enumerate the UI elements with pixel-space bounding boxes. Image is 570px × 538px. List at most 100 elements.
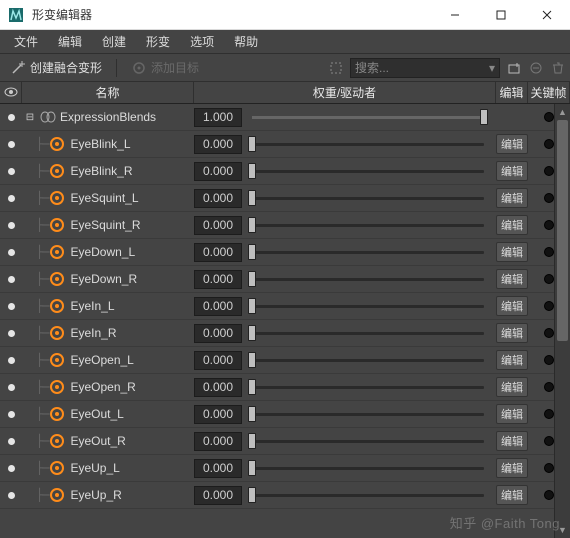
visibility-dot[interactable] bbox=[8, 249, 15, 256]
weight-slider[interactable] bbox=[252, 413, 484, 416]
menu-create[interactable]: 创建 bbox=[94, 31, 134, 52]
menu-shape[interactable]: 形变 bbox=[138, 31, 178, 52]
keyframe-dot[interactable] bbox=[544, 193, 554, 203]
weight-value[interactable]: 0.000 bbox=[194, 162, 242, 181]
weight-value[interactable]: 0.000 bbox=[194, 270, 242, 289]
weight-slider[interactable] bbox=[252, 332, 484, 335]
weight-slider[interactable] bbox=[252, 197, 484, 200]
minimize-button[interactable] bbox=[432, 0, 478, 30]
keyframe-dot[interactable] bbox=[544, 247, 554, 257]
expand-toggle[interactable]: ⊟ bbox=[24, 112, 36, 123]
column-visibility[interactable] bbox=[0, 82, 22, 103]
scroll-up-icon[interactable]: ▲ bbox=[555, 104, 570, 120]
target-row[interactable]: ├─EyeOut_R0.000编辑 bbox=[0, 428, 570, 455]
select-icon[interactable] bbox=[328, 60, 344, 76]
keyframe-dot[interactable] bbox=[544, 382, 554, 392]
column-key[interactable]: 关键帧 bbox=[528, 82, 570, 103]
keyframe-dot[interactable] bbox=[544, 139, 554, 149]
visibility-dot[interactable] bbox=[8, 357, 15, 364]
edit-button[interactable]: 编辑 bbox=[496, 323, 528, 343]
menu-options[interactable]: 选项 bbox=[182, 31, 222, 52]
weight-slider[interactable] bbox=[252, 494, 484, 497]
target-row[interactable]: ├─EyeUp_R0.000编辑 bbox=[0, 482, 570, 509]
visibility-dot[interactable] bbox=[8, 195, 15, 202]
edit-button[interactable]: 编辑 bbox=[496, 269, 528, 289]
column-weight[interactable]: 权重/驱动者 bbox=[194, 82, 496, 103]
menu-help[interactable]: 帮助 bbox=[226, 31, 266, 52]
target-row[interactable]: ├─EyeSquint_R0.000编辑 bbox=[0, 212, 570, 239]
add-target-button[interactable]: 添加目标 bbox=[125, 57, 205, 78]
keyframe-dot[interactable] bbox=[544, 274, 554, 284]
keyframe-dot[interactable] bbox=[544, 355, 554, 365]
target-row[interactable]: ├─EyeBlink_L0.000编辑 bbox=[0, 131, 570, 158]
target-row[interactable]: ├─EyeIn_R0.000编辑 bbox=[0, 320, 570, 347]
weight-value[interactable]: 0.000 bbox=[194, 486, 242, 505]
weight-value[interactable]: 1.000 bbox=[194, 108, 242, 127]
weight-slider[interactable] bbox=[252, 251, 484, 254]
visibility-dot[interactable] bbox=[8, 411, 15, 418]
keyframe-dot[interactable] bbox=[544, 301, 554, 311]
keyframe-dot[interactable] bbox=[544, 463, 554, 473]
weight-slider[interactable] bbox=[252, 440, 484, 443]
column-name[interactable]: 名称 bbox=[22, 82, 194, 103]
target-row[interactable]: ├─EyeUp_L0.000编辑 bbox=[0, 455, 570, 482]
keyframe-dot[interactable] bbox=[544, 409, 554, 419]
edit-button[interactable]: 编辑 bbox=[496, 161, 528, 181]
weight-slider[interactable] bbox=[252, 359, 484, 362]
column-edit[interactable]: 编辑 bbox=[496, 82, 528, 103]
weight-slider[interactable] bbox=[252, 224, 484, 227]
weight-slider[interactable] bbox=[252, 116, 484, 119]
visibility-dot[interactable] bbox=[8, 384, 15, 391]
edit-button[interactable]: 编辑 bbox=[496, 431, 528, 451]
edit-button[interactable]: 编辑 bbox=[496, 242, 528, 262]
weight-slider[interactable] bbox=[252, 143, 484, 146]
edit-button[interactable]: 编辑 bbox=[496, 350, 528, 370]
weight-value[interactable]: 0.000 bbox=[194, 378, 242, 397]
visibility-dot[interactable] bbox=[8, 276, 15, 283]
weight-slider[interactable] bbox=[252, 278, 484, 281]
weight-value[interactable]: 0.000 bbox=[194, 351, 242, 370]
edit-button[interactable]: 编辑 bbox=[496, 404, 528, 424]
scroll-down-icon[interactable]: ▼ bbox=[555, 522, 570, 538]
keyframe-dot[interactable] bbox=[544, 112, 554, 122]
group-row[interactable]: ⊟ExpressionBlends1.000 bbox=[0, 104, 570, 131]
keyframe-dot[interactable] bbox=[544, 220, 554, 230]
maximize-button[interactable] bbox=[478, 0, 524, 30]
edit-button[interactable]: 编辑 bbox=[496, 377, 528, 397]
visibility-dot[interactable] bbox=[8, 330, 15, 337]
scrollbar-thumb[interactable] bbox=[557, 120, 568, 341]
trash-icon[interactable] bbox=[550, 60, 566, 76]
edit-button[interactable]: 编辑 bbox=[496, 134, 528, 154]
weight-slider[interactable] bbox=[252, 386, 484, 389]
weight-value[interactable]: 0.000 bbox=[194, 405, 242, 424]
edit-button[interactable]: 编辑 bbox=[496, 485, 528, 505]
edit-button[interactable]: 编辑 bbox=[496, 188, 528, 208]
weight-value[interactable]: 0.000 bbox=[194, 216, 242, 235]
keyframe-dot[interactable] bbox=[544, 490, 554, 500]
weight-value[interactable]: 0.000 bbox=[194, 432, 242, 451]
weight-value[interactable]: 0.000 bbox=[194, 459, 242, 478]
weight-slider[interactable] bbox=[252, 170, 484, 173]
target-row[interactable]: ├─EyeBlink_R0.000编辑 bbox=[0, 158, 570, 185]
target-row[interactable]: ├─EyeDown_L0.000编辑 bbox=[0, 239, 570, 266]
duplicate-icon[interactable] bbox=[528, 60, 544, 76]
target-row[interactable]: ├─EyeOut_L0.000编辑 bbox=[0, 401, 570, 428]
keyframe-dot[interactable] bbox=[544, 436, 554, 446]
keyframe-dot[interactable] bbox=[544, 328, 554, 338]
target-row[interactable]: ├─EyeIn_L0.000编辑 bbox=[0, 293, 570, 320]
create-blendshape-button[interactable]: 创建融合变形 bbox=[4, 57, 108, 78]
target-row[interactable]: ├─EyeDown_R0.000编辑 bbox=[0, 266, 570, 293]
edit-button[interactable]: 编辑 bbox=[496, 458, 528, 478]
visibility-dot[interactable] bbox=[8, 465, 15, 472]
visibility-dot[interactable] bbox=[8, 438, 15, 445]
search-input[interactable]: 搜索... ▾ bbox=[350, 58, 500, 78]
vertical-scrollbar[interactable]: ▲ ▼ bbox=[554, 104, 570, 538]
new-group-icon[interactable] bbox=[506, 60, 522, 76]
visibility-dot[interactable] bbox=[8, 141, 15, 148]
edit-button[interactable]: 编辑 bbox=[496, 215, 528, 235]
target-row[interactable]: ├─EyeOpen_L0.000编辑 bbox=[0, 347, 570, 374]
weight-value[interactable]: 0.000 bbox=[194, 189, 242, 208]
visibility-dot[interactable] bbox=[8, 222, 15, 229]
visibility-dot[interactable] bbox=[8, 492, 15, 499]
weight-value[interactable]: 0.000 bbox=[194, 243, 242, 262]
